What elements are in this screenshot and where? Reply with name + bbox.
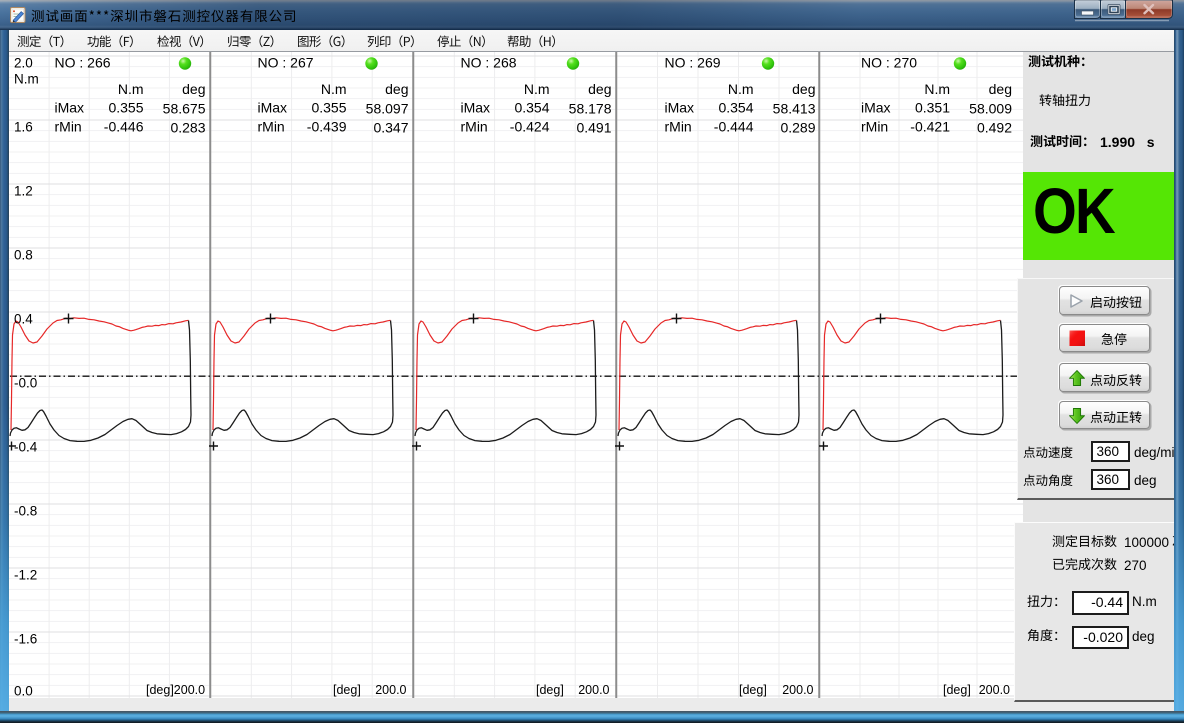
svg-text:iMax: iMax	[55, 100, 85, 116]
svg-text:deg: deg	[385, 81, 408, 97]
svg-text:2.0: 2.0	[14, 56, 33, 71]
svg-text:N.m: N.m	[924, 81, 950, 97]
svg-text:0.355: 0.355	[311, 100, 346, 116]
svg-text:58.178: 58.178	[569, 101, 612, 117]
svg-text:NO : 269: NO : 269	[665, 55, 721, 71]
svg-text:iMax: iMax	[461, 100, 491, 116]
svg-text:-0.0: -0.0	[14, 376, 37, 391]
svg-text:0.347: 0.347	[373, 120, 408, 136]
svg-text:0.354: 0.354	[514, 100, 549, 116]
svg-text:-0.446: -0.446	[104, 119, 144, 135]
svg-text:deg: deg	[989, 81, 1012, 97]
svg-text:58.009: 58.009	[969, 101, 1012, 117]
svg-text:-1.6: -1.6	[14, 632, 37, 647]
svg-text:0.289: 0.289	[780, 120, 815, 136]
svg-text:1.6: 1.6	[14, 120, 33, 135]
svg-text:[deg]: [deg]	[536, 683, 564, 697]
svg-text:0.4: 0.4	[14, 312, 33, 327]
svg-text:NO : 267: NO : 267	[258, 55, 314, 71]
svg-text:0.355: 0.355	[108, 100, 143, 116]
svg-text:0.492: 0.492	[977, 120, 1012, 136]
svg-text:rMin: rMin	[258, 119, 285, 135]
svg-text:-1.2: -1.2	[14, 568, 37, 583]
svg-text:NO : 266: NO : 266	[55, 55, 111, 71]
svg-text:200.0: 200.0	[979, 683, 1010, 697]
svg-text:-0.444: -0.444	[714, 119, 754, 135]
svg-text:58.413: 58.413	[773, 101, 816, 117]
svg-text:0.8: 0.8	[14, 248, 33, 263]
svg-text:[deg]: [deg]	[333, 683, 361, 697]
svg-text:-0.8: -0.8	[14, 504, 37, 519]
svg-text:iMax: iMax	[258, 100, 288, 116]
svg-text:-0.421: -0.421	[910, 119, 950, 135]
svg-text:200.0: 200.0	[375, 683, 406, 697]
svg-text:200.0: 200.0	[578, 683, 609, 697]
svg-text:200.0: 200.0	[782, 683, 813, 697]
svg-text:N.m: N.m	[524, 81, 550, 97]
svg-text:0.351: 0.351	[915, 100, 950, 116]
svg-text:0.283: 0.283	[170, 120, 205, 136]
svg-text:N.m: N.m	[118, 81, 144, 97]
svg-text:0.491: 0.491	[576, 120, 611, 136]
svg-text:-0.4: -0.4	[14, 440, 38, 455]
svg-text:58.675: 58.675	[163, 101, 206, 117]
svg-text:N.m: N.m	[321, 81, 347, 97]
svg-text:0.0: 0.0	[14, 684, 33, 699]
svg-text:1.2: 1.2	[14, 184, 33, 199]
svg-text:deg: deg	[182, 81, 205, 97]
svg-text:rMin: rMin	[55, 119, 82, 135]
svg-text:-0.439: -0.439	[307, 119, 347, 135]
svg-text:[deg]200.0: [deg]200.0	[146, 683, 205, 697]
svg-text:iMax: iMax	[665, 100, 695, 116]
svg-text:deg: deg	[792, 81, 815, 97]
svg-text:NO : 268: NO : 268	[461, 55, 517, 71]
svg-text:NO : 270: NO : 270	[861, 55, 917, 71]
svg-text:iMax: iMax	[861, 100, 891, 116]
svg-text:rMin: rMin	[861, 119, 888, 135]
svg-text:-0.424: -0.424	[510, 119, 550, 135]
svg-text:[deg]: [deg]	[943, 683, 971, 697]
svg-text:N.m: N.m	[728, 81, 754, 97]
svg-text:rMin: rMin	[461, 119, 488, 135]
svg-text:rMin: rMin	[665, 119, 692, 135]
svg-text:[deg]: [deg]	[739, 683, 767, 697]
svg-text:N.m: N.m	[14, 72, 39, 87]
svg-text:58.097: 58.097	[366, 101, 409, 117]
svg-text:deg: deg	[588, 81, 611, 97]
svg-text:0.354: 0.354	[718, 100, 753, 116]
